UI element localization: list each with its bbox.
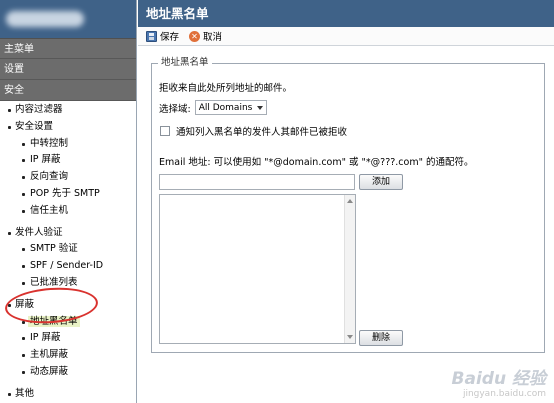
save-label: 保存 — [160, 32, 180, 43]
tree-item[interactable]: SMTP 验证 — [0, 241, 136, 258]
tree-item-label: IP 屏蔽 — [30, 332, 61, 344]
delete-button[interactable]: 删除 — [359, 330, 403, 346]
bullet-icon — [8, 109, 11, 112]
bullet-icon — [22, 248, 25, 252]
scroll-down-icon[interactable] — [347, 335, 353, 339]
tree-item-label: 其他 — [15, 387, 35, 399]
page-title: 地址黑名单 — [138, 0, 554, 27]
tree-item-label: 信任主机 — [30, 204, 69, 216]
watermark: Baidu 经验 jingyan.baidu.com — [452, 364, 546, 399]
domain-label: 选择域: — [159, 103, 191, 115]
tree-item[interactable]: 已批准列表 — [0, 275, 136, 292]
cancel-icon: ✕ — [189, 30, 201, 42]
tree-item-label: IP 屏蔽 — [30, 154, 61, 166]
bullet-icon — [22, 209, 25, 213]
tree-group-item[interactable]: 发件人验证 — [0, 225, 136, 242]
bullet-icon — [22, 142, 25, 146]
tree-item-label: SMTP 验证 — [30, 243, 78, 255]
scroll-up-icon[interactable] — [347, 199, 353, 203]
bullet-icon — [22, 159, 25, 163]
tree-item-label: 已批准列表 — [30, 276, 78, 288]
save-icon — [146, 30, 157, 42]
tree-item-label: 发件人验证 — [15, 226, 63, 238]
chevron-down-icon — [257, 105, 264, 110]
tree-item-label: 地址黑名单 — [28, 315, 80, 327]
tree-item[interactable]: IP 屏蔽 — [0, 152, 136, 169]
tree-group-item[interactable]: 安全设置 — [0, 119, 136, 136]
domain-value: All Domains — [198, 102, 253, 113]
email-input[interactable] — [159, 174, 355, 190]
save-button[interactable]: 保存 — [146, 29, 179, 43]
tree-item[interactable]: 反向查询 — [0, 169, 136, 186]
tree-item[interactable]: POP 先于 SMTP — [0, 186, 136, 203]
notify-checkbox[interactable] — [160, 126, 170, 136]
menu-header-main[interactable]: 主菜单 — [0, 38, 136, 59]
logo — [0, 0, 136, 38]
tree-item[interactable]: 地址黑名单 — [0, 314, 136, 331]
bullet-icon — [8, 231, 11, 235]
tree-item-label: 安全设置 — [15, 120, 54, 132]
tree-group-item[interactable]: 屏蔽 — [0, 297, 136, 314]
tree-item-label: 内容过滤器 — [15, 104, 63, 115]
bullet-icon — [22, 354, 25, 358]
group-title: 地址黑名单 — [158, 57, 212, 69]
tree-item-label: 屏蔽 — [15, 298, 35, 310]
bullet-icon — [8, 125, 11, 129]
tree-item-label: 主机屏蔽 — [30, 349, 69, 361]
watermark-main: Baidu 经验 — [451, 369, 546, 389]
tree-item[interactable]: IP 屏蔽 — [0, 330, 136, 347]
toolbar: 保存 ✕ 取消 — [138, 27, 554, 46]
bullet-icon — [22, 192, 25, 196]
tree-item[interactable]: 信任主机 — [0, 203, 136, 220]
tree-group-item[interactable]: 内容过滤器 — [0, 102, 136, 119]
tree-group-item[interactable]: 其他 — [0, 386, 136, 403]
email-hint: Email 地址: 可以使用如 "*@domain.com" 或 "*@???.… — [159, 157, 474, 168]
intro-text: 拒收来自此处所列地址的邮件。 — [159, 83, 293, 94]
tree-item-label: 中转控制 — [30, 137, 69, 149]
notify-row: 通知列入黑名单的发件人其邮件已被拒收 — [160, 124, 347, 138]
menu-header-security[interactable]: 安全 — [0, 80, 136, 101]
list-scrollbar[interactable] — [344, 195, 355, 343]
main-panel: 地址黑名单 保存 ✕ 取消 地址黑名单 拒收来自此处所列地址的邮件。 选择域: … — [138, 0, 554, 403]
sidebar: 主菜单 设置 安全 内容过滤器 安全设置 中转控制 IP 屏蔽 反向查询 POP 先于 S… — [0, 0, 137, 403]
address-list[interactable] — [159, 194, 356, 344]
bullet-icon — [22, 281, 25, 285]
tree-item[interactable]: 中转控制 — [0, 136, 136, 153]
domain-row: 选择域: All Domains — [159, 100, 268, 115]
watermark-sub: jingyan.baidu.com — [462, 389, 546, 399]
notify-label: 通知列入黑名单的发件人其邮件已被拒收 — [176, 127, 348, 138]
blacklist-group: 地址黑名单 拒收来自此处所列地址的邮件。 选择域: All Domains 通知… — [151, 57, 545, 353]
add-button[interactable]: 添加 — [359, 174, 403, 190]
tree-item[interactable]: SPF / Sender-ID — [0, 258, 136, 275]
blurred-logo — [6, 11, 84, 27]
bullet-icon — [22, 370, 25, 374]
tree-item-label: SPF / Sender-ID — [30, 260, 104, 272]
tree-item-label: POP 先于 SMTP — [30, 187, 100, 199]
sidebar-tree: 内容过滤器 安全设置 中转控制 IP 屏蔽 反向查询 POP 先于 SMTP 信任主机 发件人… — [0, 101, 136, 403]
tree-item-label: 动态屏蔽 — [30, 365, 69, 377]
bullet-icon — [22, 320, 25, 324]
domain-select[interactable]: All Domains — [194, 100, 268, 115]
bullet-icon — [8, 303, 11, 307]
tree-item-label: 反向查询 — [30, 171, 69, 183]
cancel-label: 取消 — [203, 32, 223, 43]
cancel-button[interactable]: ✕ 取消 — [189, 29, 222, 43]
tree-item[interactable]: 主机屏蔽 — [0, 347, 136, 364]
tree-item[interactable]: 动态屏蔽 — [0, 364, 136, 381]
bullet-icon — [22, 337, 25, 341]
bullet-icon — [22, 265, 25, 269]
bullet-icon — [22, 176, 25, 180]
bullet-icon — [8, 392, 11, 396]
menu-header-settings[interactable]: 设置 — [0, 59, 136, 80]
